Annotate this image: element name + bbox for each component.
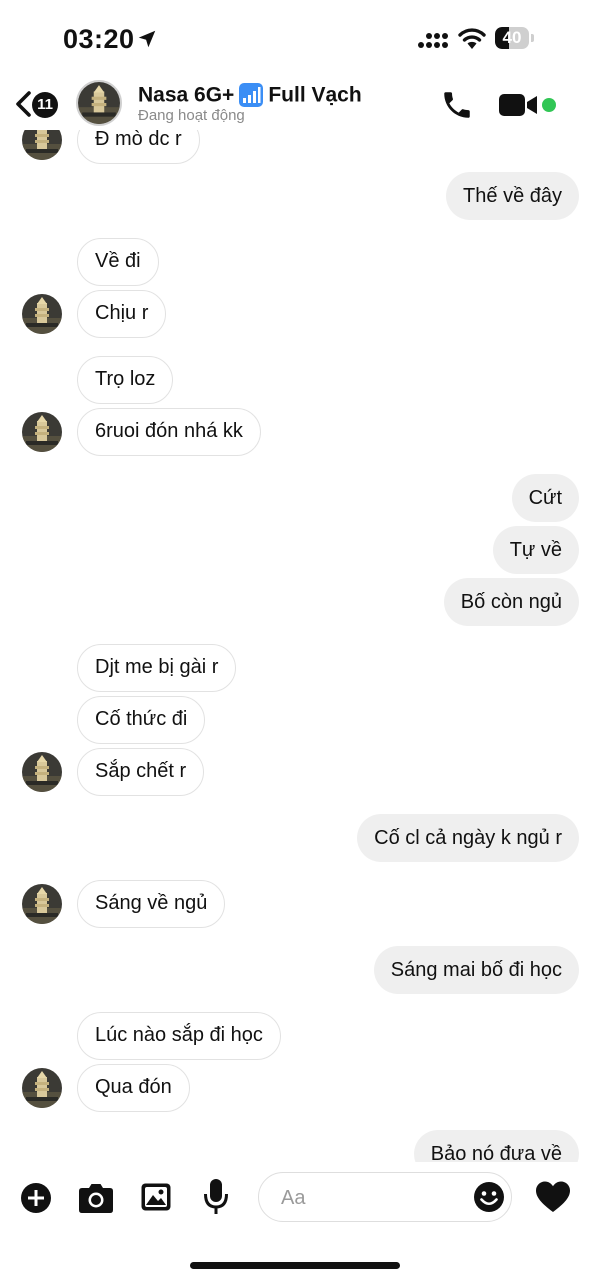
video-call-icon[interactable] — [498, 92, 538, 118]
contact-name-suffix: Full Vạch — [268, 83, 362, 107]
incoming-message-bubble[interactable]: Cố thức đi — [77, 696, 206, 744]
composer-bar — [0, 1162, 590, 1242]
avatar-image — [22, 130, 62, 160]
outgoing-message-bubble[interactable]: Cứt — [511, 474, 579, 522]
emoji-icon[interactable] — [473, 1181, 505, 1213]
contact-name-prefix: Nasa 6G+ — [138, 83, 235, 107]
avatar-image — [22, 884, 62, 924]
avatar-image — [22, 412, 62, 452]
incoming-message-bubble[interactable]: Đ mò dc r — [77, 130, 200, 164]
outgoing-message-bubble[interactable]: Bố còn ngủ — [443, 578, 579, 626]
chevron-left-icon — [16, 91, 31, 117]
outgoing-message-bubble[interactable]: Sáng mai bố đi học — [373, 946, 579, 994]
home-indicator — [190, 1262, 400, 1269]
battery-body: 40 — [495, 27, 529, 49]
contact-name[interactable]: Nasa 6G+ Full Vạch — [138, 83, 362, 108]
avatar-image — [22, 1068, 62, 1108]
contact-avatar[interactable] — [76, 80, 122, 126]
heart-icon[interactable] — [535, 1180, 571, 1214]
outgoing-message-bubble[interactable]: Tự về — [492, 526, 579, 574]
outgoing-message-bubble[interactable]: Bảo nó đưa về — [413, 1130, 579, 1162]
incoming-message-bubble[interactable]: Sáng về ngủ — [77, 880, 226, 928]
microphone-icon[interactable] — [203, 1178, 229, 1216]
chat-header: 11 Nasa 6G+ Full Vạch Đang hoạt động — [0, 78, 590, 130]
image-icon[interactable] — [140, 1182, 172, 1212]
sender-avatar[interactable] — [22, 412, 62, 452]
outgoing-message-bubble[interactable]: Thế về đây — [446, 172, 579, 220]
camera-icon[interactable] — [78, 1182, 114, 1214]
location-arrow-icon — [138, 30, 156, 48]
incoming-message-bubble[interactable]: Djt me bị gài r — [77, 644, 237, 692]
message-input-field[interactable] — [258, 1172, 512, 1222]
sender-avatar[interactable] — [22, 884, 62, 924]
sender-avatar[interactable] — [22, 752, 62, 792]
battery-tip — [531, 34, 534, 42]
incoming-message-bubble[interactable]: Chịu r — [77, 290, 167, 338]
incoming-message-bubble[interactable]: Sắp chết r — [77, 748, 205, 796]
message-input[interactable] — [279, 1183, 463, 1213]
phone-call-icon[interactable] — [440, 88, 474, 122]
sender-avatar[interactable] — [22, 130, 62, 160]
incoming-message-bubble[interactable]: 6ruoi đón nhá kk — [77, 408, 261, 456]
battery-indicator: 40 — [495, 27, 534, 51]
incoming-message-bubble[interactable]: Trọ loz — [77, 356, 174, 404]
incoming-message-bubble[interactable]: Về đi — [77, 238, 159, 286]
plus-icon[interactable] — [20, 1182, 52, 1214]
wifi-icon — [458, 28, 486, 49]
sender-avatar[interactable] — [22, 1068, 62, 1108]
status-bar: 03:20 40 — [0, 0, 590, 78]
online-status-dot — [542, 98, 556, 112]
cellular-signal-icon — [418, 33, 448, 48]
outgoing-message-bubble[interactable]: Cố cl cả ngày k ngủ r — [357, 814, 579, 862]
battery-level: 40 — [502, 28, 522, 47]
active-status: Đang hoạt động — [138, 107, 245, 124]
status-time: 03:20 — [63, 24, 135, 54]
message-list[interactable]: Đ mò dc r Thế về đây Về đi Chịu r Trọ loz 6… — [0, 130, 590, 1162]
unread-count-badge: 11 — [32, 92, 58, 118]
avatar-image — [22, 294, 62, 334]
sender-avatar[interactable] — [22, 294, 62, 334]
avatar-image — [78, 82, 120, 124]
back-button[interactable]: 11 — [14, 84, 64, 124]
signal-bars-emoji-icon — [239, 83, 264, 108]
incoming-message-bubble[interactable]: Qua đón — [77, 1064, 190, 1112]
avatar-image — [22, 752, 62, 792]
incoming-message-bubble[interactable]: Lúc nào sắp đi học — [77, 1012, 281, 1060]
